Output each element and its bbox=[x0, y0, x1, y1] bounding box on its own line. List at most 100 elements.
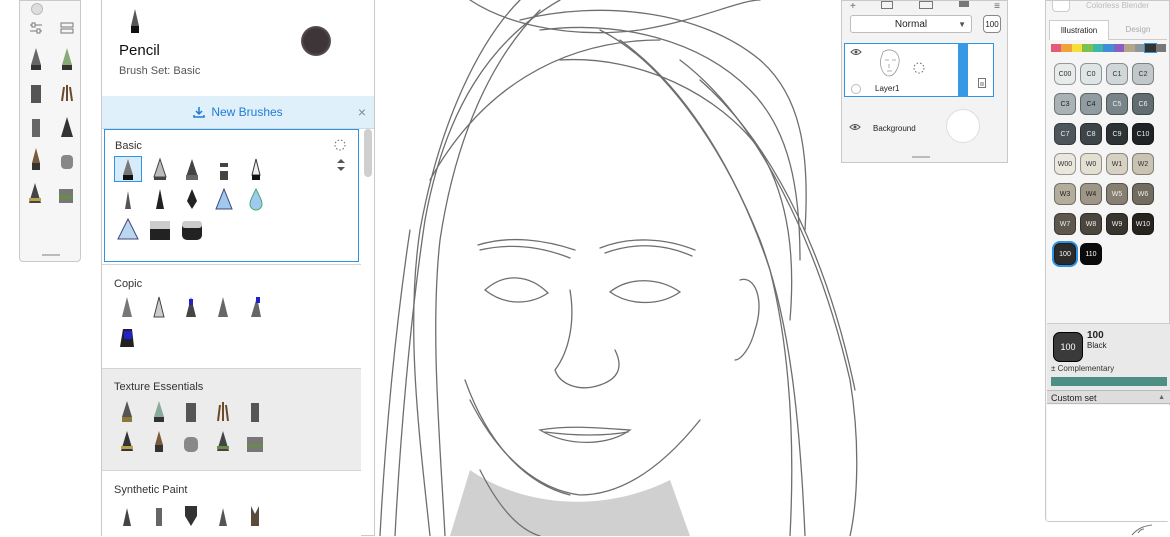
fine-brush-icon[interactable] bbox=[115, 187, 141, 211]
airbrush-icon[interactable] bbox=[211, 187, 237, 211]
technical-pen-icon[interactable] bbox=[147, 157, 173, 181]
brush-icon[interactable] bbox=[60, 81, 74, 105]
copic-swatch[interactable]: C6 bbox=[1132, 93, 1154, 115]
reorder-icon[interactable] bbox=[336, 159, 346, 171]
paint-brush-icon[interactable] bbox=[114, 504, 140, 528]
pencil-brush-icon[interactable] bbox=[114, 156, 142, 182]
layer-lock-icon[interactable] bbox=[851, 84, 861, 94]
panel-grip[interactable] bbox=[912, 156, 930, 158]
brush-set-basic[interactable]: Basic bbox=[104, 129, 359, 262]
copic-swatch[interactable]: W7 bbox=[1054, 213, 1076, 235]
layer-options-icon[interactable] bbox=[978, 78, 986, 88]
texture-brush-icon[interactable] bbox=[178, 399, 204, 423]
current-color-swatch[interactable]: 100 bbox=[1053, 332, 1083, 362]
copic-swatch[interactable]: C2 bbox=[1132, 63, 1154, 85]
brush-icon[interactable] bbox=[60, 47, 74, 71]
copic-swatch[interactable]: W4 bbox=[1080, 183, 1102, 205]
marker-icon[interactable] bbox=[179, 157, 205, 181]
copic-swatch[interactable]: C9 bbox=[1106, 123, 1128, 145]
layer-opacity-slider[interactable] bbox=[958, 43, 968, 97]
brush-set-texture-essentials[interactable]: Texture Essentials bbox=[102, 368, 361, 470]
chisel-marker-icon[interactable] bbox=[211, 157, 237, 181]
texture-brush-icon[interactable] bbox=[146, 399, 172, 423]
copic-swatch[interactable]: C10 bbox=[1132, 123, 1154, 145]
texture-brush-icon[interactable] bbox=[242, 399, 268, 423]
brush-set-synthetic-paint[interactable]: Synthetic Paint bbox=[102, 470, 361, 537]
copic-swatch[interactable]: W5 bbox=[1106, 183, 1128, 205]
copic-marker-icon[interactable] bbox=[210, 295, 236, 319]
custom-set-area[interactable] bbox=[1047, 405, 1170, 521]
copic-wide-marker-icon[interactable] bbox=[114, 325, 140, 349]
complementary-color-bar[interactable] bbox=[1051, 377, 1167, 386]
felt-pen-icon[interactable] bbox=[243, 157, 269, 181]
copic-swatch[interactable]: W3 bbox=[1054, 183, 1076, 205]
ink-brush-icon[interactable] bbox=[147, 187, 173, 211]
brush-icon[interactable] bbox=[29, 81, 43, 105]
blend-mode-select[interactable]: Normal ▼ bbox=[850, 15, 972, 33]
texture-brush-icon[interactable] bbox=[114, 429, 140, 453]
texture-brush-icon[interactable] bbox=[210, 399, 236, 423]
paint-brush-icon[interactable] bbox=[178, 504, 204, 528]
sliders-icon[interactable] bbox=[29, 21, 43, 35]
texture-brush-icon[interactable] bbox=[178, 429, 204, 453]
copic-swatch[interactable]: C1 bbox=[1106, 63, 1128, 85]
texture-brush-icon[interactable] bbox=[146, 429, 172, 453]
fountain-pen-icon[interactable] bbox=[179, 187, 205, 211]
water-drop-icon[interactable] bbox=[243, 187, 269, 211]
smudge-icon[interactable] bbox=[147, 217, 173, 241]
copic-swatch[interactable]: 110 bbox=[1080, 243, 1102, 265]
eraser-icon[interactable] bbox=[179, 217, 205, 241]
close-icon[interactable]: × bbox=[358, 104, 366, 120]
brush-icon[interactable] bbox=[29, 147, 43, 171]
copic-swatch[interactable]: C0 bbox=[1080, 63, 1102, 85]
add-layer-icon[interactable]: + bbox=[850, 1, 856, 12]
layer-opacity-button[interactable]: 100 bbox=[983, 15, 1001, 33]
background-color-swatch[interactable] bbox=[946, 109, 980, 143]
copic-swatch[interactable]: W1 bbox=[1106, 153, 1128, 175]
brush-icon[interactable] bbox=[58, 181, 74, 205]
blender-brush-icon[interactable] bbox=[115, 217, 141, 241]
mini-toggle-icon[interactable] bbox=[30, 3, 43, 15]
blender-swatch-icon[interactable] bbox=[1052, 1, 1070, 12]
copic-swatch[interactable]: 100 bbox=[1054, 243, 1076, 265]
tab-design[interactable]: Design bbox=[1109, 20, 1167, 40]
brush-icon[interactable] bbox=[28, 181, 42, 205]
merge-layer-icon[interactable] bbox=[958, 1, 969, 7]
complementary-toggle[interactable]: ± Complementary bbox=[1051, 364, 1114, 373]
copic-swatch[interactable]: W0 bbox=[1080, 153, 1102, 175]
eye-icon[interactable] bbox=[849, 123, 861, 131]
paint-brush-icon[interactable] bbox=[242, 504, 268, 528]
copic-swatch[interactable]: C00 bbox=[1054, 63, 1076, 85]
brush-icon[interactable] bbox=[60, 115, 74, 139]
brush-icon[interactable] bbox=[29, 115, 43, 139]
copic-swatch[interactable]: W6 bbox=[1132, 183, 1154, 205]
brush-icon[interactable] bbox=[29, 47, 43, 71]
copic-swatch[interactable]: C3 bbox=[1054, 93, 1076, 115]
copic-swatch[interactable]: W2 bbox=[1132, 153, 1154, 175]
copic-marker-icon[interactable] bbox=[114, 295, 140, 319]
copic-marker-icon[interactable] bbox=[242, 295, 268, 319]
copic-marker-icon[interactable] bbox=[178, 295, 204, 319]
texture-brush-icon[interactable] bbox=[210, 429, 236, 453]
copic-swatch[interactable]: W8 bbox=[1080, 213, 1102, 235]
copic-marker-icon[interactable] bbox=[146, 295, 172, 319]
brush-icon[interactable] bbox=[60, 147, 74, 171]
texture-brush-icon[interactable] bbox=[242, 429, 268, 453]
copic-swatch[interactable]: W10 bbox=[1132, 213, 1154, 235]
layer-row-layer1[interactable]: Layer1 bbox=[844, 43, 994, 97]
image-layer-icon[interactable] bbox=[919, 1, 933, 9]
copic-swatch[interactable]: C7 bbox=[1054, 123, 1076, 145]
menu-icon[interactable]: ≡ bbox=[994, 1, 1000, 12]
brush-list-scrollbar[interactable] bbox=[364, 129, 372, 177]
brush-set-copic[interactable]: Copic bbox=[102, 264, 361, 368]
panel-grip[interactable] bbox=[42, 254, 60, 256]
eye-icon[interactable] bbox=[850, 48, 862, 56]
tab-illustration[interactable]: Illustration bbox=[1049, 20, 1109, 40]
copic-swatch[interactable]: C5 bbox=[1106, 93, 1128, 115]
copic-swatch[interactable]: W00 bbox=[1054, 153, 1076, 175]
copic-swatch[interactable]: C8 bbox=[1080, 123, 1102, 145]
copic-swatch[interactable]: W9 bbox=[1106, 213, 1128, 235]
custom-set-header[interactable]: Custom set ▲ bbox=[1047, 390, 1170, 404]
new-layer-icon[interactable] bbox=[881, 1, 894, 9]
color-family-strip[interactable] bbox=[1051, 43, 1166, 53]
